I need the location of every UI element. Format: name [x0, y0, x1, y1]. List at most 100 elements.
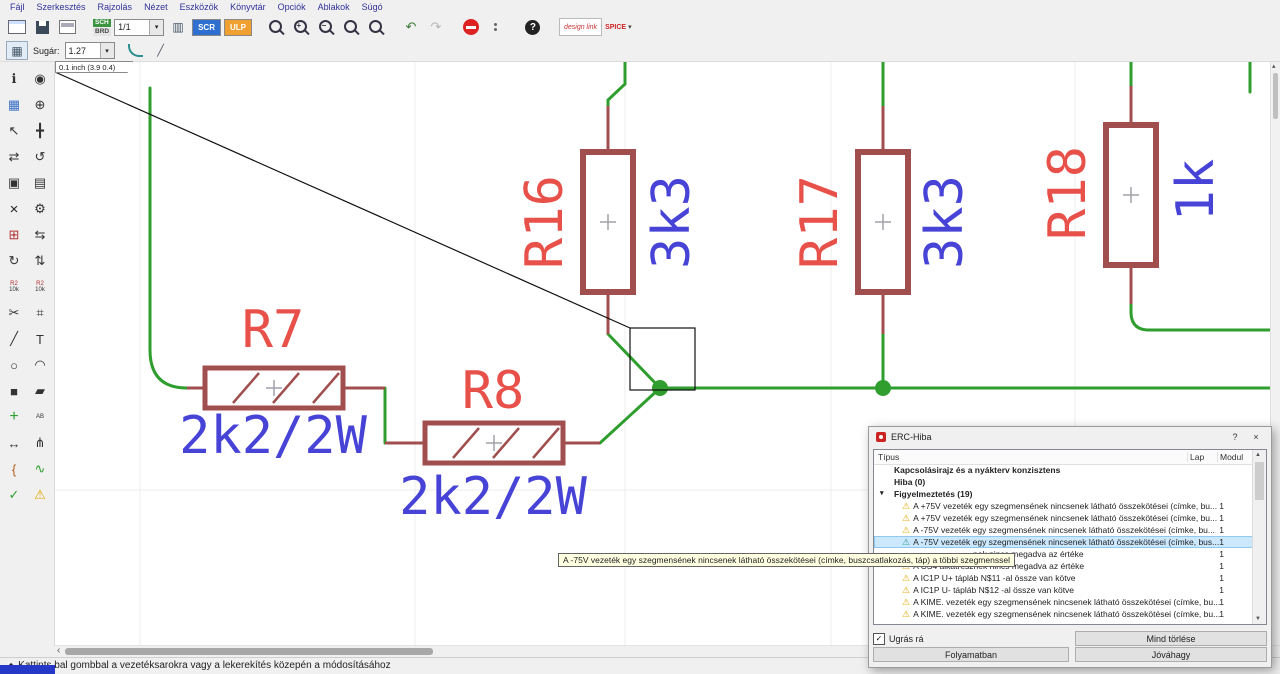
clear-all-button[interactable]: Mind törlése	[1075, 631, 1267, 646]
grid-button[interactable]: ▦	[6, 41, 28, 60]
r18-value-label[interactable]: 1k	[1166, 159, 1226, 222]
radius-select[interactable]: 1.27 ▾	[64, 42, 115, 59]
r18-name-label[interactable]: R18	[1038, 146, 1098, 240]
erc-scrollbar[interactable]: ▲ ▼	[1252, 450, 1266, 624]
erc-scrollbar-thumb[interactable]	[1255, 462, 1264, 500]
miter-round-button[interactable]	[126, 42, 146, 59]
value-icon[interactable]: R2 10k	[1, 274, 27, 300]
erc-group-row[interactable]: Kapcsolásirajz és a nyákterv konzisztens	[874, 464, 1253, 476]
invoke-icon[interactable]: ⌗	[27, 300, 53, 326]
zoom-out-button[interactable]: −	[315, 17, 337, 37]
zoom-select-button[interactable]	[340, 17, 362, 37]
gateswap-icon[interactable]: ⇅	[27, 248, 53, 274]
erc-dialog-titlebar[interactable]: ERC-Hiba ? ×	[869, 427, 1271, 447]
rotate-icon[interactable]: ↺	[27, 144, 53, 170]
zoom-fit-button[interactable]	[265, 17, 287, 37]
mirror-icon[interactable]: ⇄	[1, 144, 27, 170]
net-icon[interactable]: ∿	[27, 456, 53, 482]
r7-value-label[interactable]: 2k2/2W	[179, 406, 368, 466]
resistor-r7[interactable]	[187, 365, 385, 411]
run-dots-button[interactable]	[485, 17, 507, 37]
dropdown-arrow-icon[interactable]: ▾	[149, 19, 164, 35]
info-icon[interactable]: ℹ	[1, 66, 27, 92]
open-board-button[interactable]	[6, 17, 28, 37]
miter-straight-button[interactable]: ╱	[151, 42, 171, 59]
column-modul[interactable]: Modul	[1217, 452, 1253, 462]
copy-icon[interactable]: ▣	[1, 170, 27, 196]
dialog-close-button[interactable]: ×	[1248, 432, 1264, 442]
menu-opciok[interactable]: Opciók	[272, 2, 312, 12]
jump-checkbox[interactable]: ✓ Ugrás rá	[873, 632, 924, 645]
erc-warning-row[interactable]: ⚠ A +75V vezeték egy szegmensének nincsen…	[874, 500, 1253, 512]
erc-scroll-up-icon[interactable]: ▲	[1255, 452, 1261, 458]
erc-warning-row[interactable]: ⚠ A KIME. vezeték egy szegmensének nincse…	[874, 608, 1253, 620]
change-wrench-icon[interactable]: ⚙	[27, 196, 53, 222]
erc-scroll-down-icon[interactable]: ▼	[1255, 616, 1261, 622]
print-button[interactable]	[56, 17, 78, 37]
processed-button[interactable]: Folyamatban	[873, 647, 1069, 662]
collapse-arrow-icon[interactable]: ▾	[880, 489, 884, 497]
replace-icon[interactable]: ↻	[1, 248, 27, 274]
erc-icon[interactable]: ✓	[1, 482, 27, 508]
r16-value-label[interactable]: 3k3	[642, 175, 702, 269]
r7-name-label[interactable]: R7	[242, 300, 305, 360]
scroll-up-arrow-icon[interactable]: ▴	[1272, 62, 1276, 70]
menu-fajl[interactable]: Fájl	[4, 2, 31, 12]
dialog-help-button[interactable]: ?	[1227, 432, 1243, 442]
arc-icon[interactable]: ◠	[27, 352, 53, 378]
column-lap[interactable]: Lap	[1187, 452, 1217, 462]
zoom-redraw-button[interactable]	[365, 17, 387, 37]
delete-icon[interactable]: ×	[1, 196, 27, 222]
zoom-in-button[interactable]: +	[290, 17, 312, 37]
rect-icon[interactable]: ■	[1, 378, 27, 404]
r8-value-label[interactable]: 2k2/2W	[399, 467, 588, 527]
design-link-button[interactable]: design link	[558, 18, 603, 36]
redo-button[interactable]: ↷	[425, 17, 447, 37]
erc-group-row[interactable]: ▾ Figyelmeztetés (19)	[874, 488, 1253, 500]
erc-warning-row[interactable]: ⚠ A IC1P U- tápláb N$12 -al össze van köt…	[874, 584, 1253, 596]
scroll-left-arrow-icon[interactable]: ‹	[57, 645, 60, 656]
erc-warning-row[interactable]: ⚠ A IC1P U+ tápláb N$11 -al össze van köt…	[874, 572, 1253, 584]
sheet-selector[interactable]: 1/1 ▾	[114, 18, 165, 36]
spice-dropdown-arrow-icon[interactable]: ▾	[628, 23, 632, 31]
help-button[interactable]: ?	[522, 17, 544, 37]
menu-ablakok[interactable]: Ablakok	[312, 2, 356, 12]
erc-warning-row[interactable]: ⚠ A KIME. vezeték egy szegmensének nincse…	[874, 596, 1253, 608]
wire-icon[interactable]: ╱	[1, 326, 27, 352]
r17-name-label[interactable]: R17	[790, 175, 850, 269]
mark-icon[interactable]: ⊕	[27, 92, 53, 118]
paste-icon[interactable]: ▤	[27, 170, 53, 196]
undo-button[interactable]: ↶	[400, 17, 422, 37]
erc-errors-icon[interactable]: ⚠	[27, 482, 53, 508]
radius-dropdown-arrow-icon[interactable]: ▾	[99, 43, 114, 58]
approve-button[interactable]: Jóváhagy	[1075, 647, 1267, 662]
spice-button[interactable]: SPICE ▾	[605, 17, 632, 37]
dimension-icon[interactable]: ↔	[1, 430, 27, 456]
erc-warning-row[interactable]: ⚠ A -75V vezeték egy szegmensének nincsen…	[874, 536, 1253, 548]
label-icon[interactable]: AB	[27, 404, 53, 430]
menu-szerkesztes[interactable]: Szerkesztés	[31, 2, 92, 12]
r16-name-label[interactable]: R16	[515, 175, 575, 269]
circle-icon[interactable]: ○	[1, 352, 27, 378]
select-group-icon[interactable]: ↖	[1, 118, 27, 144]
scr-button[interactable]: SCR	[192, 18, 221, 36]
name-icon[interactable]: R2 10k	[27, 274, 53, 300]
ulp-button[interactable]: ULP	[223, 18, 252, 36]
show-eye-icon[interactable]: ◉	[27, 66, 53, 92]
stop-button[interactable]	[460, 17, 482, 37]
r17-value-label[interactable]: 3k3	[915, 175, 975, 269]
add-part-icon[interactable]: ⊞	[1, 222, 27, 248]
junction-icon[interactable]: +	[1, 404, 27, 430]
erc-group-row[interactable]: Hiba (0)	[874, 476, 1253, 488]
column-tipus[interactable]: Típus	[874, 452, 1187, 462]
sheets-button[interactable]: ▥	[167, 17, 189, 37]
text-icon[interactable]: T	[27, 326, 53, 352]
sch-brd-toggle[interactable]: SCH BRD	[93, 18, 112, 36]
split-icon[interactable]: ⋔	[27, 430, 53, 456]
bus-icon[interactable]: {	[1, 456, 27, 482]
save-button[interactable]	[31, 17, 53, 37]
move-icon[interactable]: ╋	[27, 118, 53, 144]
vertical-scrollbar-thumb[interactable]	[1273, 73, 1278, 119]
menu-nezet[interactable]: Nézet	[138, 2, 174, 12]
menu-rajzolas[interactable]: Rajzolás	[92, 2, 139, 12]
